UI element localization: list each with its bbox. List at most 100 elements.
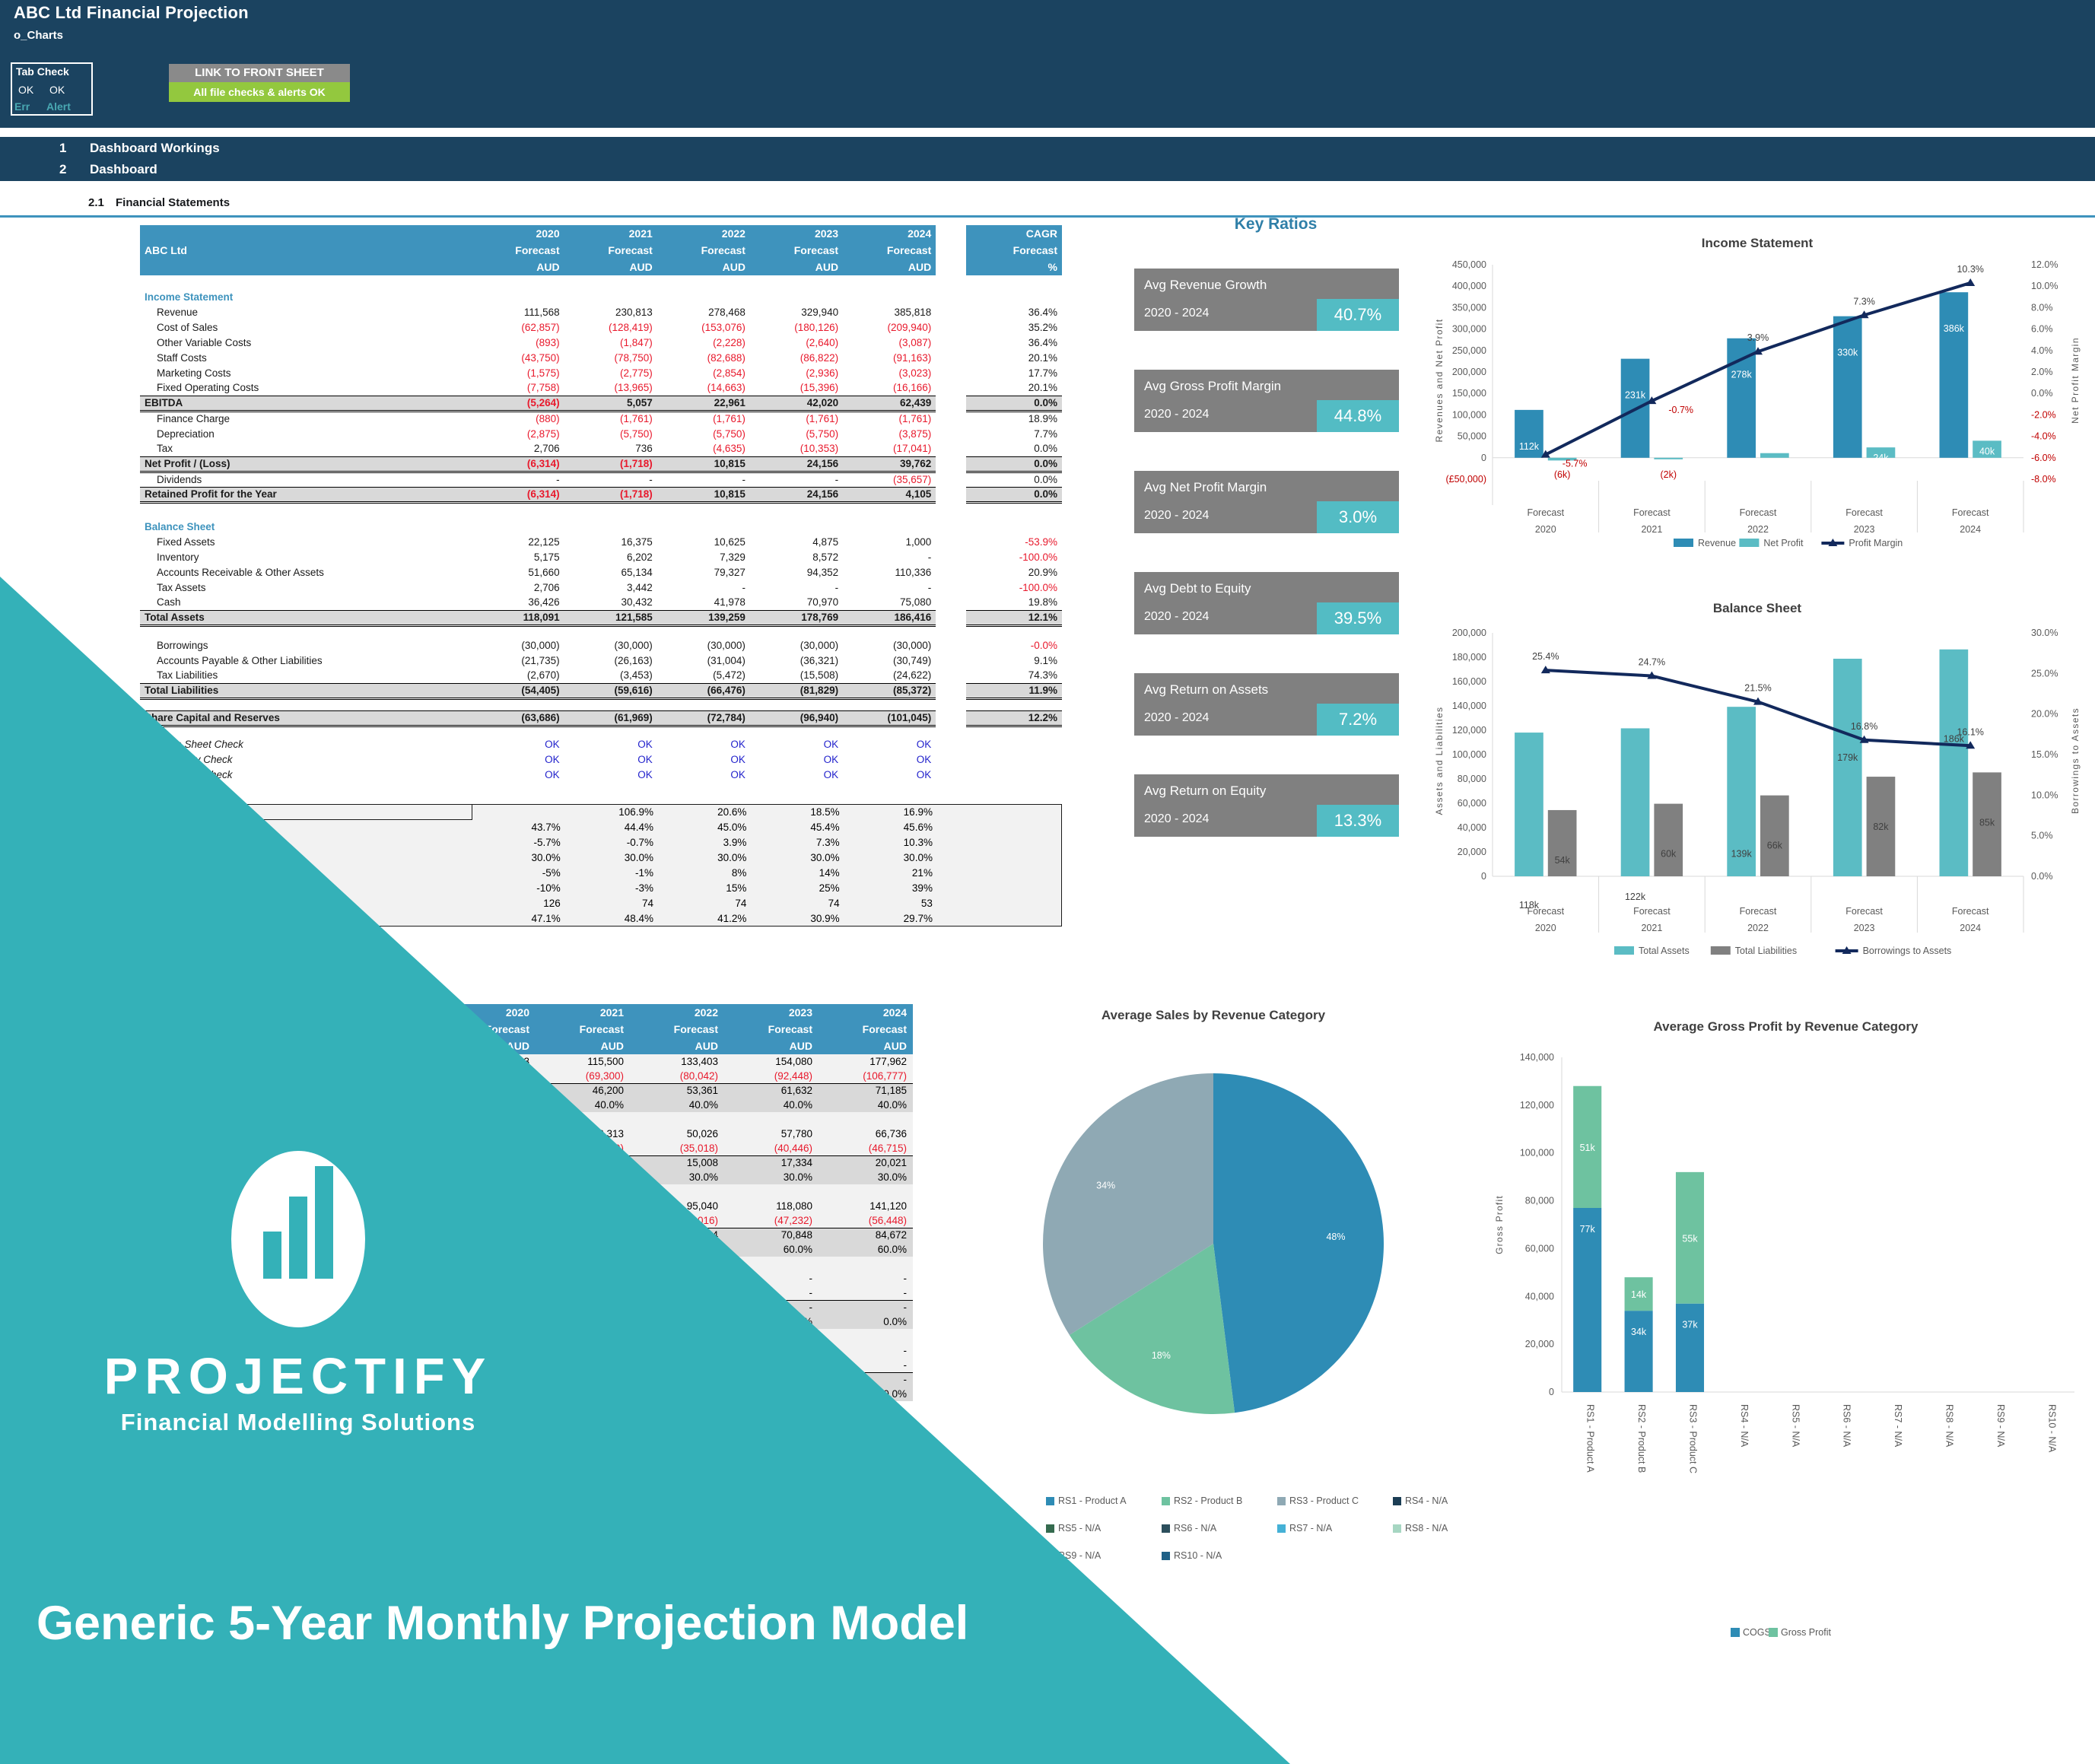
cell-value: 65,134 [621, 566, 653, 578]
ratio-value: 30.9% [751, 911, 844, 926]
ratio-value: 3.9% [658, 834, 752, 850]
cagr-value: 36.4% [1028, 306, 1057, 318]
cell-value: (35,018) [630, 1141, 724, 1155]
nav-item-dashboard[interactable]: Dashboard [90, 162, 157, 177]
svg-text:386k: 386k [1944, 323, 1965, 334]
cell-value [819, 1329, 913, 1343]
svg-text:400,000: 400,000 [1452, 281, 1486, 291]
cell-value: 70,848 [724, 1227, 819, 1242]
col-cagr: CAGR [966, 225, 1062, 242]
cell-value: (81,829) [749, 682, 844, 700]
cell-value: (5,264) [471, 395, 564, 412]
svg-text:2022: 2022 [1747, 524, 1769, 535]
row-label: Accounts Payable & Other Liabilities [157, 654, 323, 666]
cell-value: (2,670) [526, 669, 560, 682]
row-label: Inventory [157, 551, 199, 563]
table-row: Fixed Operating Costs (7,758) (13,965) (14,… [140, 380, 1062, 396]
svg-text:RS10 - N/A: RS10 - N/A [2046, 1404, 2057, 1453]
gap-cell [936, 487, 966, 502]
gap-cell [936, 683, 966, 698]
cell-value [724, 1387, 819, 1401]
cell-value: (15,396) [800, 382, 839, 394]
table-row: Retained Profit for the Year (6,314) (1,71… [140, 486, 1062, 504]
svg-text:RS8 - N/A: RS8 - N/A [1944, 1404, 1955, 1448]
cell-value: 186,416 [843, 609, 936, 627]
row-label: Fixed Assets [157, 536, 215, 548]
svg-text:RS5 - N/A: RS5 - N/A [1058, 1523, 1102, 1534]
key-ratio-value: 3.0% [1317, 501, 1399, 533]
ratio-value: 7.3% [751, 834, 844, 850]
svg-text:COGS: COGS [1743, 1627, 1771, 1638]
svg-text:30.0%: 30.0% [2031, 628, 2058, 638]
svg-text:RS10 - N/A: RS10 - N/A [1174, 1550, 1222, 1561]
svg-text:(6k): (6k) [1554, 469, 1571, 480]
svg-text:11k: 11k [1767, 459, 1782, 469]
cell-value: (1,718) [564, 486, 657, 504]
svg-text:80,000: 80,000 [1525, 1196, 1554, 1206]
cell-value: 60.0% [724, 1242, 819, 1257]
gap-cell [936, 549, 966, 564]
spacer [140, 275, 1062, 289]
balance-sheet-chart-canvas: 0 20,000 40,000 60,000 80,000 100,000 120,000 1… [1434, 628, 2081, 956]
gap-cell [936, 411, 966, 426]
ratio-value: 8% [658, 865, 752, 881]
cell-value: 118,080 [724, 1199, 819, 1213]
col-cagr-basis: Forecast [966, 242, 1062, 259]
table-row: Fixed Assets 22,125 16,375 10,625 4,875 1,000… [140, 534, 1062, 549]
svg-text:(£50,000): (£50,000) [1445, 474, 1486, 485]
svg-text:20.0%: 20.0% [2031, 709, 2058, 720]
row-label: Total Assets [140, 609, 472, 627]
tab-check-label: Tab Check [16, 65, 69, 78]
table-row: Tax Assets 2,706 3,442 - - - -100.0% [140, 580, 1062, 595]
cell-value [630, 1257, 724, 1271]
cell-value [724, 1184, 819, 1199]
cell-value: (2,640) [806, 336, 839, 348]
svg-text:0.0%: 0.0% [2031, 388, 2053, 399]
cell-value: 95,040 [630, 1199, 724, 1213]
table-row: Dividends - - - - (35,657) 0.0% [140, 472, 1062, 487]
svg-text:12.0%: 12.0% [2031, 259, 2058, 270]
cell-value: - [819, 1371, 913, 1387]
ratio-value: -3% [564, 880, 659, 896]
svg-text:-0.7%: -0.7% [1668, 405, 1693, 415]
cell-value: 230,813 [615, 306, 653, 318]
svg-text:25.4%: 25.4% [1532, 651, 1559, 662]
tab-check-box: Tab Check OK OK Err Alert [11, 62, 93, 116]
cell-value [630, 1329, 724, 1343]
col-unit: AUD [724, 1038, 819, 1054]
svg-text:200,000: 200,000 [1452, 367, 1486, 377]
row-label: Staff Costs [157, 351, 207, 364]
table-row: Net Profit / (Loss) (6,314) (1,718) 10,815 2… [140, 456, 1062, 473]
gap-cell [936, 710, 966, 726]
balance-sheet-chart: Balance Sheet 0 20,000 40,000 60,000 80,000 1… [1423, 601, 2092, 966]
balance-sheet-chart-title: Balance Sheet [1712, 601, 1802, 615]
cell-value: (5,472) [713, 669, 745, 682]
cell-value: (31,004) [707, 654, 745, 666]
svg-text:16.1%: 16.1% [1957, 726, 1983, 737]
ratio-spacer [936, 834, 1062, 850]
svg-text:10.3%: 10.3% [1957, 264, 1983, 275]
cell-value: (91,163) [892, 351, 932, 364]
cell-value: 57,780 [724, 1127, 819, 1141]
check-status: OK [916, 753, 932, 765]
ratio-value: 30.0% [564, 850, 659, 866]
nav-item-dashboard-workings[interactable]: Dashboard Workings [90, 141, 220, 156]
col-gap [936, 242, 966, 259]
ratio-value: 30.0% [658, 850, 752, 866]
table-header-row: Forecast Forecast Forecast Forecast Forecast [441, 1021, 913, 1038]
svg-text:Forecast: Forecast [1845, 507, 1883, 518]
brand-name: PROJECTIFY [103, 1348, 493, 1405]
check-status: OK [823, 753, 839, 765]
cell-value [630, 1387, 724, 1401]
col-basis-2022: Forecast [656, 242, 750, 259]
ratio-value: 15% [658, 880, 752, 896]
cell-value: 71,185 [819, 1082, 913, 1098]
link-to-front-sheet-button[interactable]: LINK TO FRONT SHEET [169, 64, 350, 82]
ratio-spacer [140, 804, 472, 820]
spacer [140, 502, 1062, 519]
check-status: OK [730, 738, 745, 750]
col-basis: Forecast [441, 1021, 536, 1038]
average-sales-pie-chart-title: Average Sales by Revenue Category [1101, 1008, 1326, 1022]
tab-check-ok-1: OK [18, 84, 34, 96]
cell-value: - [819, 1286, 913, 1300]
